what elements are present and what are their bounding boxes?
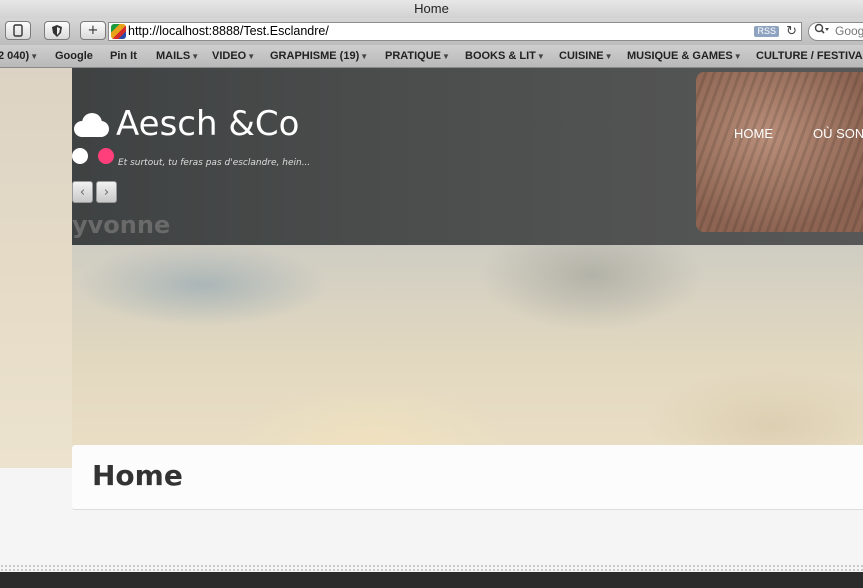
bookmark-item[interactable]: VIDEO▼	[212, 45, 256, 67]
chevron-down-icon: ▼	[191, 52, 200, 61]
bookmark-item[interactable]: MAILS▼	[156, 45, 200, 67]
document-icon[interactable]	[5, 21, 31, 40]
bookmark-item[interactable]: Google	[55, 45, 93, 67]
next-button[interactable]: ›	[96, 181, 117, 203]
site-title[interactable]: Aesch &Co	[116, 104, 299, 144]
address-bar[interactable]: http://localhost:8888/Test.Esclandre/ RS…	[108, 22, 802, 41]
bookmark-item[interactable]: CUISINE▼	[559, 45, 613, 67]
chevron-down-icon: ▼	[442, 52, 450, 61]
slide-caption: yvonne	[72, 211, 171, 239]
chevron-down-icon: ▼	[30, 52, 39, 61]
chevron-down-icon: ▼	[360, 52, 369, 61]
chevron-down-icon: ▼	[733, 52, 742, 61]
bookmark-item[interactable]: CULTURE / FESTIVA	[756, 45, 863, 67]
search-field[interactable]: Goog	[808, 22, 863, 41]
background-image	[72, 245, 863, 468]
bookmarks-bar: 2 040)▼ Google Pin It MAILS▼ VIDEO▼ GRAP…	[0, 45, 863, 68]
url-text[interactable]: http://localhost:8888/Test.Esclandre/	[128, 23, 329, 40]
reload-icon[interactable]: ↻	[786, 23, 797, 40]
bookmark-item[interactable]: Pin It	[110, 45, 137, 67]
shield-icon[interactable]	[44, 21, 70, 40]
page-title: Home	[92, 459, 183, 492]
chevron-down-icon: ▼	[536, 52, 545, 61]
browser-toolbar: + http://localhost:8888/Test.Esclandre/ …	[0, 18, 863, 45]
cloud-icon	[74, 113, 109, 137]
search-placeholder: Goog	[835, 24, 863, 38]
slide-dot[interactable]	[72, 148, 88, 164]
bookmark-item[interactable]: PRATIQUE▼	[385, 45, 450, 67]
chevron-down-icon: ▼	[604, 52, 613, 61]
nav-ou-sont[interactable]: OÙ SON	[813, 126, 863, 141]
site-header: HOME OÙ SON Aesch &Co Et surtout, tu fer…	[72, 68, 863, 245]
site-tagline: Et surtout, tu feras pas d'esclandre, he…	[118, 158, 311, 168]
site-favicon	[111, 24, 126, 39]
background-image	[0, 68, 72, 468]
add-bookmark-button[interactable]: +	[80, 21, 106, 40]
page-title-box: Home	[72, 445, 863, 510]
bookmark-item[interactable]: BOOKS & LIT▼	[465, 45, 545, 67]
previous-button[interactable]: ‹	[72, 181, 93, 203]
search-icon[interactable]	[814, 23, 830, 40]
nav-home[interactable]: HOME	[734, 126, 773, 141]
page-content: HOME OÙ SON Aesch &Co Et surtout, tu fer…	[0, 68, 863, 588]
footer	[0, 572, 863, 588]
bookmark-item[interactable]: 2 040)▼	[0, 45, 39, 67]
bookmark-item[interactable]: MUSIQUE & GAMES▼	[627, 45, 742, 67]
slide-dot-active[interactable]	[98, 148, 114, 164]
bookmark-item[interactable]: GRAPHISME (19)▼	[270, 45, 369, 67]
header-photo	[696, 72, 863, 232]
divider	[0, 564, 863, 572]
window-title: Home	[0, 0, 863, 18]
rss-button[interactable]: RSS	[754, 26, 779, 37]
chevron-down-icon: ▼	[247, 52, 256, 61]
